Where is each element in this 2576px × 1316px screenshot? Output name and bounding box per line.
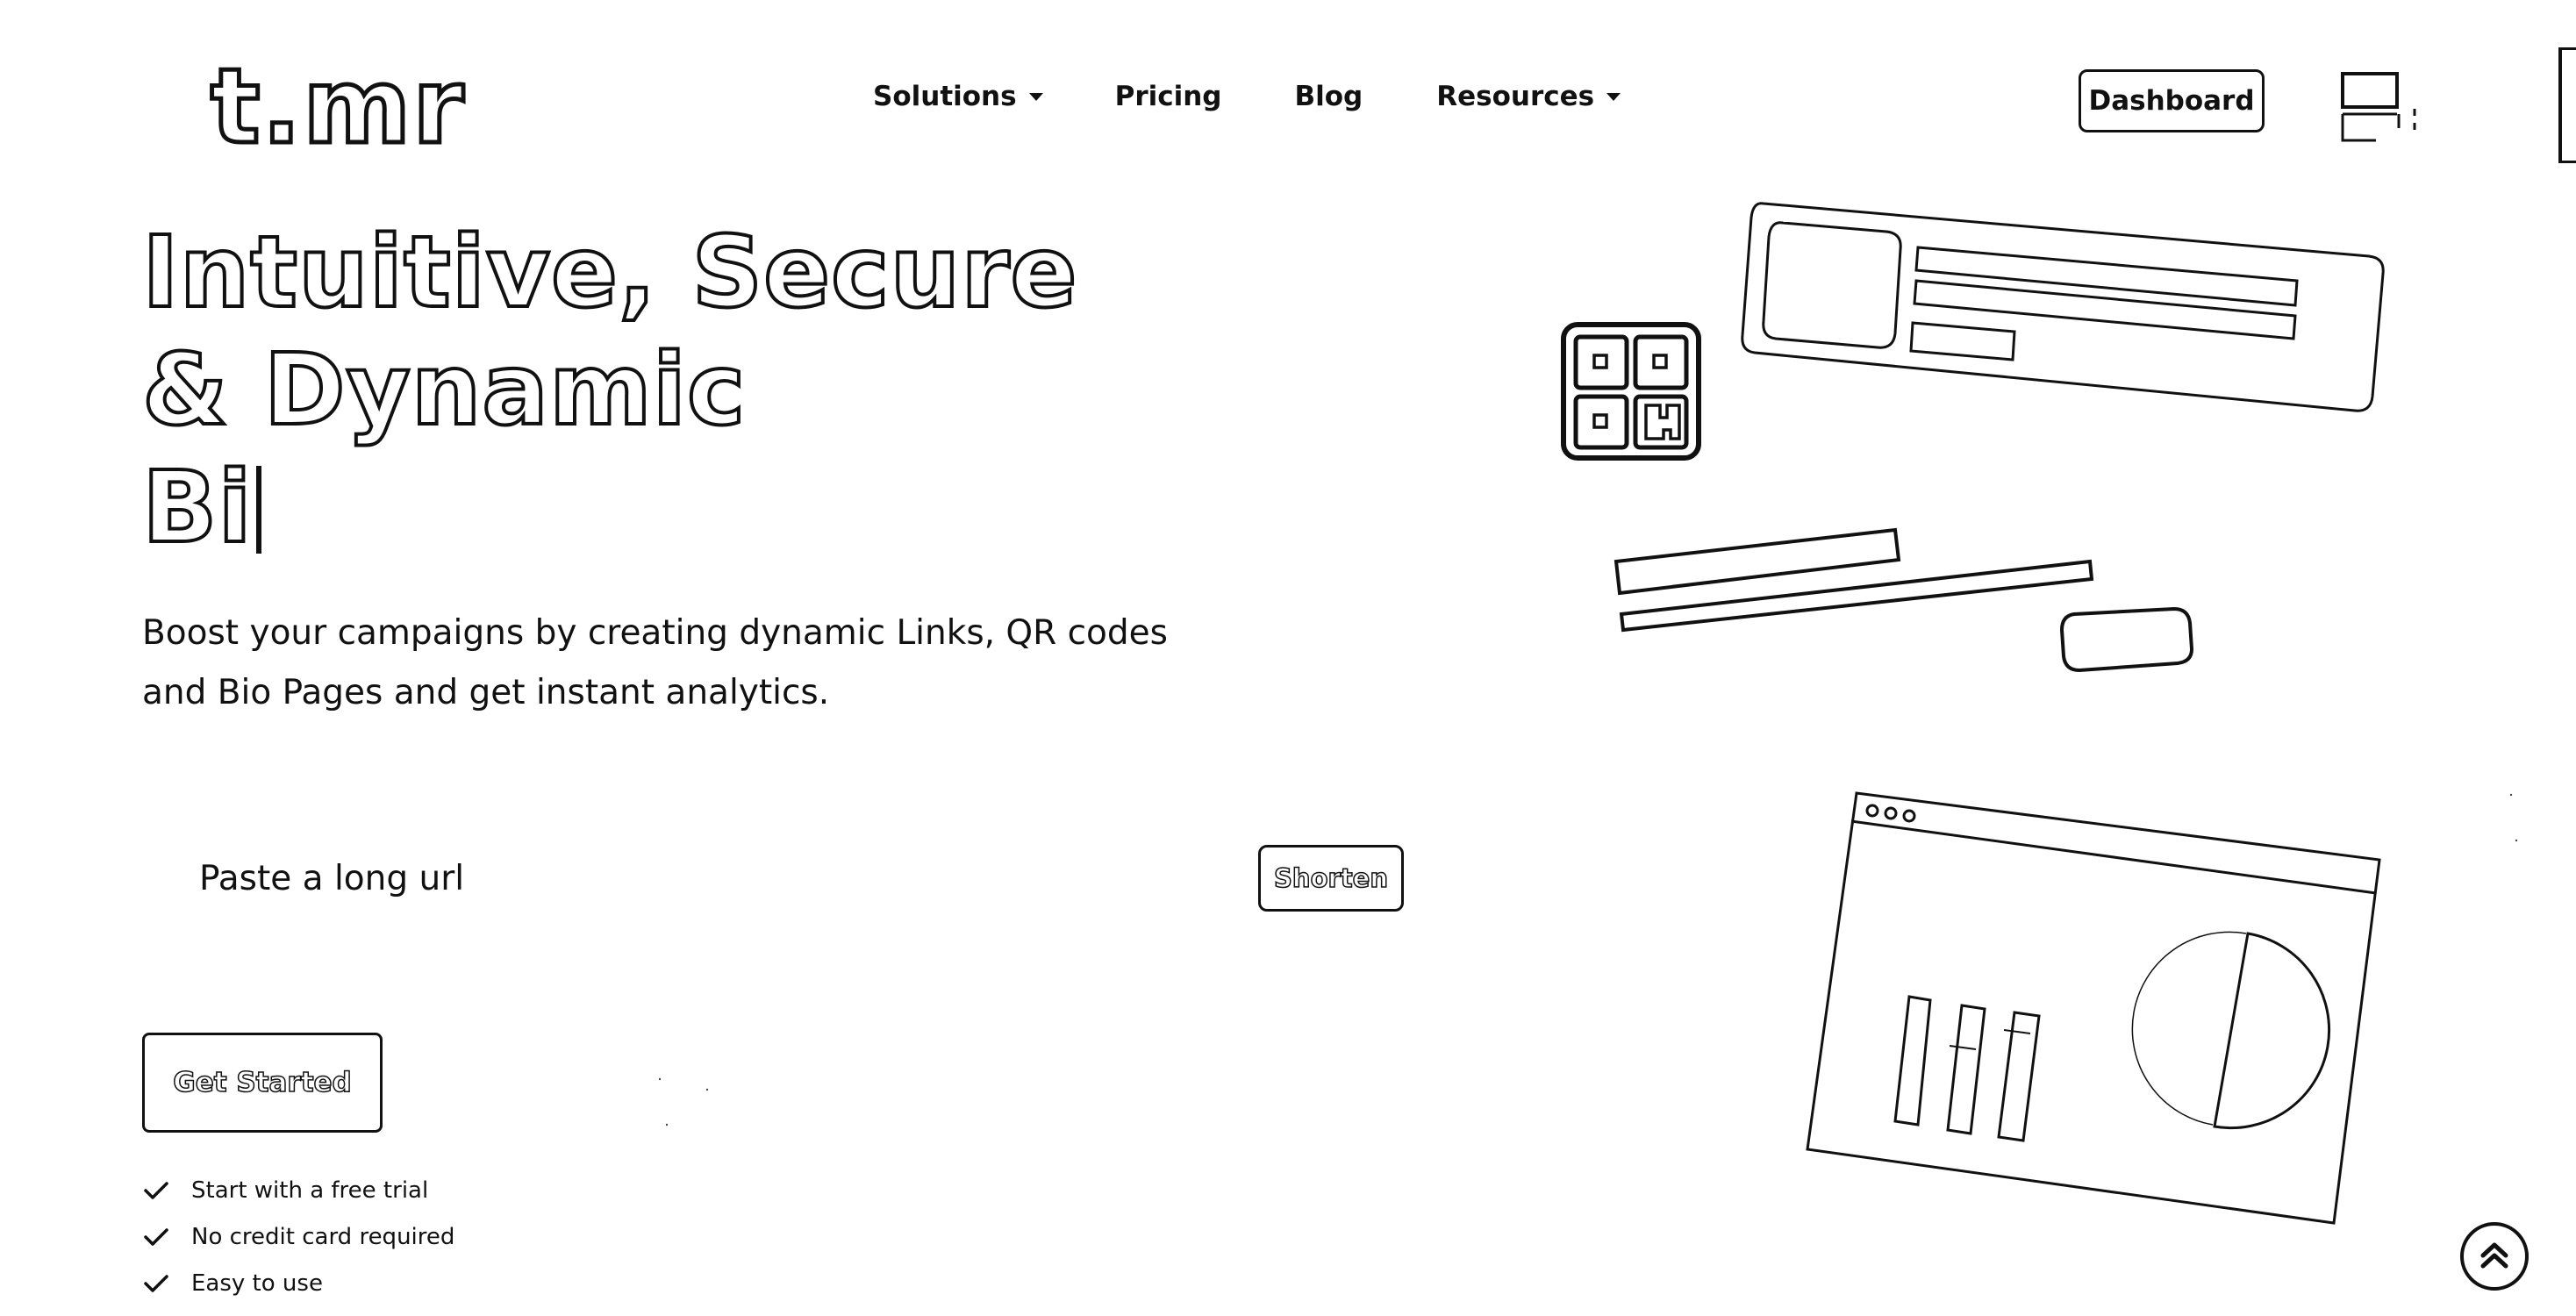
analytics-window-illustration <box>1806 791 2381 1225</box>
hero-subtitle: Boost your campaigns by creating dynamic… <box>142 613 1168 712</box>
edge-panel-edge <box>2558 47 2576 163</box>
nav-pricing[interactable]: Pricing <box>1115 81 1222 112</box>
feature-list: Start with a free trial No credit card r… <box>142 1167 454 1306</box>
qr-code-icon <box>1561 322 1701 461</box>
feature-item: Easy to use <box>142 1260 454 1306</box>
feature-item: No credit card required <box>142 1213 454 1260</box>
nav-resources-label: Resources <box>1436 81 1595 112</box>
page: t.mr Solutions Pricing Blog Resources Da… <box>0 0 2576 1316</box>
nav-solutions-label: Solutions <box>873 81 1017 112</box>
link-card-illustration <box>1741 202 2385 412</box>
nav-solutions[interactable]: Solutions <box>873 81 1043 112</box>
hero-title-line-3: Bi <box>140 449 1077 567</box>
hero-title: Intuitive, Secure & Dynamic Bi <box>140 214 1078 567</box>
nav-blog[interactable]: Blog <box>1295 81 1363 112</box>
user-menu-icon[interactable] <box>2341 72 2420 142</box>
nav-resources[interactable]: Resources <box>1436 81 1621 112</box>
feature-text: Start with a free trial <box>191 1177 429 1204</box>
hero-title-line-1: Intuitive, Secure <box>140 214 1078 332</box>
check-icon <box>144 1274 168 1292</box>
feature-item: Start with a free trial <box>142 1167 454 1213</box>
caret-down-icon <box>1606 92 1621 101</box>
chevron-up-circle-icon <box>2480 1242 2508 1269</box>
nav-blog-label: Blog <box>1294 81 1363 112</box>
hero-title-line-2: & Dynamic <box>140 332 747 449</box>
scroll-to-top-button[interactable] <box>2460 1222 2529 1291</box>
typed-text: Bi <box>140 449 254 567</box>
get-started-button[interactable]: Get Started <box>142 1033 383 1133</box>
url-input[interactable] <box>180 848 1233 909</box>
feature-text: Easy to use <box>191 1270 323 1297</box>
check-icon <box>144 1227 168 1246</box>
check-icon <box>144 1181 168 1199</box>
decorative-specks <box>658 793 2518 1126</box>
typing-cursor <box>255 466 261 554</box>
shorten-button[interactable]: Shorten <box>1258 845 1404 912</box>
dashboard-button[interactable]: Dashboard <box>2079 69 2265 132</box>
nav-pricing-label: Pricing <box>1114 81 1222 112</box>
form-bars-illustration <box>1614 527 2194 673</box>
main-nav: Solutions Pricing Blog Resources <box>873 81 1621 112</box>
feature-text: No credit card required <box>191 1223 455 1250</box>
logo[interactable]: t.mr <box>208 53 465 161</box>
caret-down-icon <box>1028 92 1043 101</box>
user-menu-icon-graphic <box>2341 72 2416 142</box>
